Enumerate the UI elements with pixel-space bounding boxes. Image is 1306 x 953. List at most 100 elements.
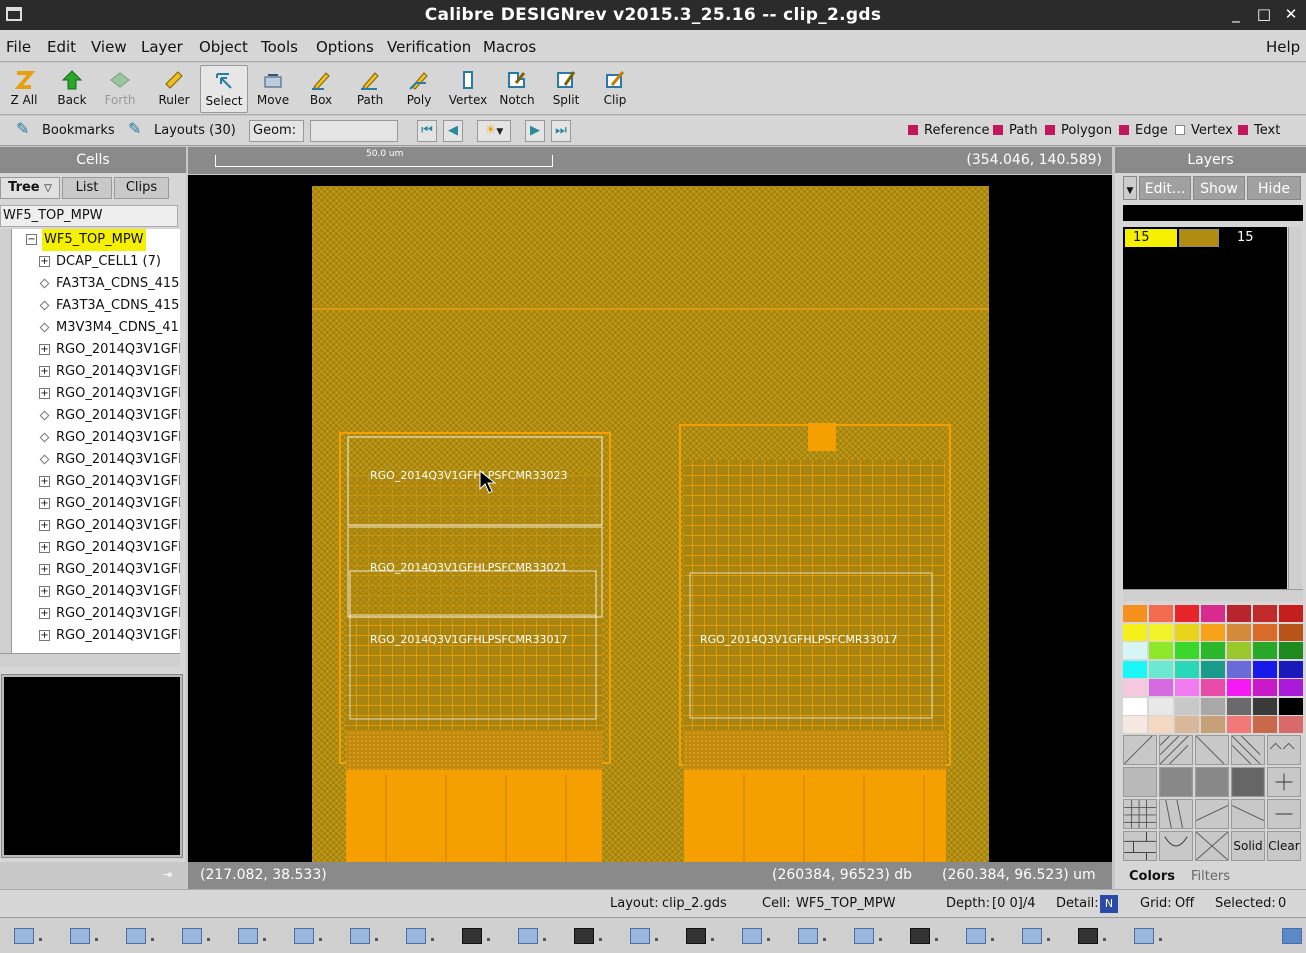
tree-vertical-scrollbar[interactable] <box>0 229 12 653</box>
window-task[interactable] <box>1128 926 1168 948</box>
color-swatch[interactable] <box>1279 623 1303 641</box>
fill-pattern-swatch[interactable] <box>1267 767 1301 797</box>
tree-item[interactable]: FA3T3A_CDNS_415 <box>12 273 180 295</box>
tree-item[interactable]: FA3T3A_CDNS_415 <box>12 295 180 317</box>
notch-button[interactable]: Notch <box>493 65 541 113</box>
fill-pattern-swatch[interactable] <box>1159 799 1193 829</box>
legend-polygon[interactable]: Polygon <box>1045 123 1112 138</box>
expand-icon[interactable]: + <box>39 564 50 575</box>
last-button[interactable]: ⏭ <box>551 120 571 142</box>
color-swatch[interactable] <box>1227 660 1251 678</box>
folder-task[interactable] <box>792 926 832 948</box>
tree-item[interactable]: + RGO_2014Q3V1GFI <box>12 581 180 603</box>
color-swatch[interactable] <box>1149 642 1173 659</box>
tree-item[interactable]: + RGO_2014Q3V1GFI <box>12 493 180 515</box>
clip-button[interactable]: Clip <box>591 65 639 113</box>
window-task[interactable] <box>1016 926 1056 948</box>
home-task[interactable] <box>64 926 104 948</box>
terminal-task[interactable] <box>904 926 944 948</box>
fill-pattern-swatch[interactable] <box>1195 799 1229 829</box>
color-swatch[interactable] <box>1253 697 1277 715</box>
zoom-all-button[interactable]: Z All <box>0 65 48 113</box>
color-swatch[interactable] <box>1123 716 1147 733</box>
color-swatch[interactable] <box>1279 716 1303 733</box>
bookmarks-button[interactable]: Bookmarks <box>42 123 115 138</box>
menu-file[interactable]: File <box>6 38 31 56</box>
expand-icon[interactable]: + <box>39 542 50 553</box>
folder-task[interactable] <box>288 926 328 948</box>
layer-filter-input[interactable] <box>1123 205 1303 221</box>
color-swatch[interactable] <box>1253 605 1277 622</box>
tree-item[interactable]: RGO_2014Q3V1GFI <box>12 449 180 471</box>
fill-pattern-swatch[interactable] <box>1231 735 1265 765</box>
tree-item[interactable]: + RGO_2014Q3V1GFI <box>12 471 180 493</box>
expand-icon[interactable]: + <box>39 630 50 641</box>
legend-edge[interactable]: Edge <box>1119 123 1168 138</box>
color-swatch[interactable] <box>1201 623 1225 641</box>
folder-task[interactable] <box>400 926 440 948</box>
next-button[interactable]: ▶ <box>525 120 545 142</box>
show-layer-button[interactable]: Show <box>1193 176 1245 200</box>
window-task[interactable] <box>8 926 48 948</box>
expand-icon[interactable]: + <box>39 520 50 531</box>
menu-object[interactable]: Object <box>199 38 248 56</box>
fill-pattern-swatch[interactable] <box>1195 735 1229 765</box>
expand-icon[interactable]: + <box>39 476 50 487</box>
fill-pattern-swatch[interactable] <box>1267 799 1301 829</box>
tree-root[interactable]: − WF5_TOP_MPW <box>12 229 180 251</box>
collapse-icon[interactable]: − <box>26 234 37 245</box>
tree-item[interactable]: + RGO_2014Q3V1GFI <box>12 559 180 581</box>
color-swatch[interactable] <box>1201 679 1225 696</box>
menu-options[interactable]: Options <box>316 38 374 56</box>
color-swatch[interactable] <box>1123 697 1147 715</box>
poly-button[interactable]: Poly <box>395 65 443 113</box>
folder-task[interactable] <box>176 926 216 948</box>
layer-list-scrollbar[interactable] <box>1288 227 1302 589</box>
color-swatch[interactable] <box>1149 697 1173 715</box>
color-swatch[interactable] <box>1253 679 1277 696</box>
tree-horizontal-scrollbar[interactable] <box>0 653 180 667</box>
path-button[interactable]: Path <box>346 65 394 113</box>
color-swatch[interactable] <box>1123 660 1147 678</box>
terminal-task[interactable] <box>1072 926 1112 948</box>
folder-task[interactable] <box>624 926 664 948</box>
tree-item[interactable]: RGO_2014Q3V1GFI <box>12 427 180 449</box>
color-swatch[interactable] <box>1175 623 1199 641</box>
terminal-task[interactable] <box>680 926 720 948</box>
detail-icon[interactable]: N <box>1100 895 1118 913</box>
terminal-task[interactable] <box>456 926 496 948</box>
color-swatch[interactable] <box>1253 660 1277 678</box>
expand-icon[interactable]: + <box>39 366 50 377</box>
fill-pattern-swatch[interactable] <box>1195 831 1229 861</box>
menu-tools[interactable]: Tools <box>261 38 298 56</box>
tree-item[interactable]: + RGO_2014Q3V1GFI <box>12 625 180 647</box>
menu-edit[interactable]: Edit <box>47 38 76 56</box>
tab-list[interactable]: List <box>62 177 112 199</box>
color-swatch[interactable] <box>1149 660 1173 678</box>
trash-icon[interactable] <box>1276 926 1306 948</box>
color-swatch[interactable] <box>1175 697 1199 715</box>
folder-task[interactable] <box>736 926 776 948</box>
color-swatch[interactable] <box>1123 642 1147 659</box>
color-swatch[interactable] <box>1201 605 1225 622</box>
layer-list-hscrollbar[interactable] <box>1123 589 1303 601</box>
folder-task[interactable] <box>232 926 272 948</box>
ruler-button[interactable]: Ruler <box>150 65 198 113</box>
expand-icon[interactable]: + <box>39 586 50 597</box>
color-swatch[interactable] <box>1175 605 1199 622</box>
color-swatch[interactable] <box>1227 642 1251 659</box>
geom-dropdown[interactable]: Geom: ▼ <box>249 120 304 157</box>
color-swatch[interactable] <box>1201 697 1225 715</box>
tree-item[interactable]: + RGO_2014Q3V1GFI <box>12 603 180 625</box>
hide-layer-button[interactable]: Hide <box>1247 176 1301 200</box>
geom-input[interactable] <box>310 120 398 142</box>
color-swatch[interactable] <box>1175 660 1199 678</box>
layout-canvas[interactable]: RGO_2014Q3V1GFHLPSFCMR33023 RGO_2014Q3V1… <box>188 175 1112 862</box>
tree-item[interactable]: RGO_2014Q3V1GFI <box>12 405 180 427</box>
tree-item[interactable]: + DCAP_CELL1 (7) <box>12 251 180 273</box>
fill-pattern-swatch[interactable] <box>1159 831 1193 861</box>
menu-view[interactable]: View <box>91 38 127 56</box>
maximize-button[interactable]: □ <box>1256 6 1272 22</box>
tree-item[interactable]: + RGO_2014Q3V1GFI <box>12 515 180 537</box>
color-swatch[interactable] <box>1227 716 1251 733</box>
